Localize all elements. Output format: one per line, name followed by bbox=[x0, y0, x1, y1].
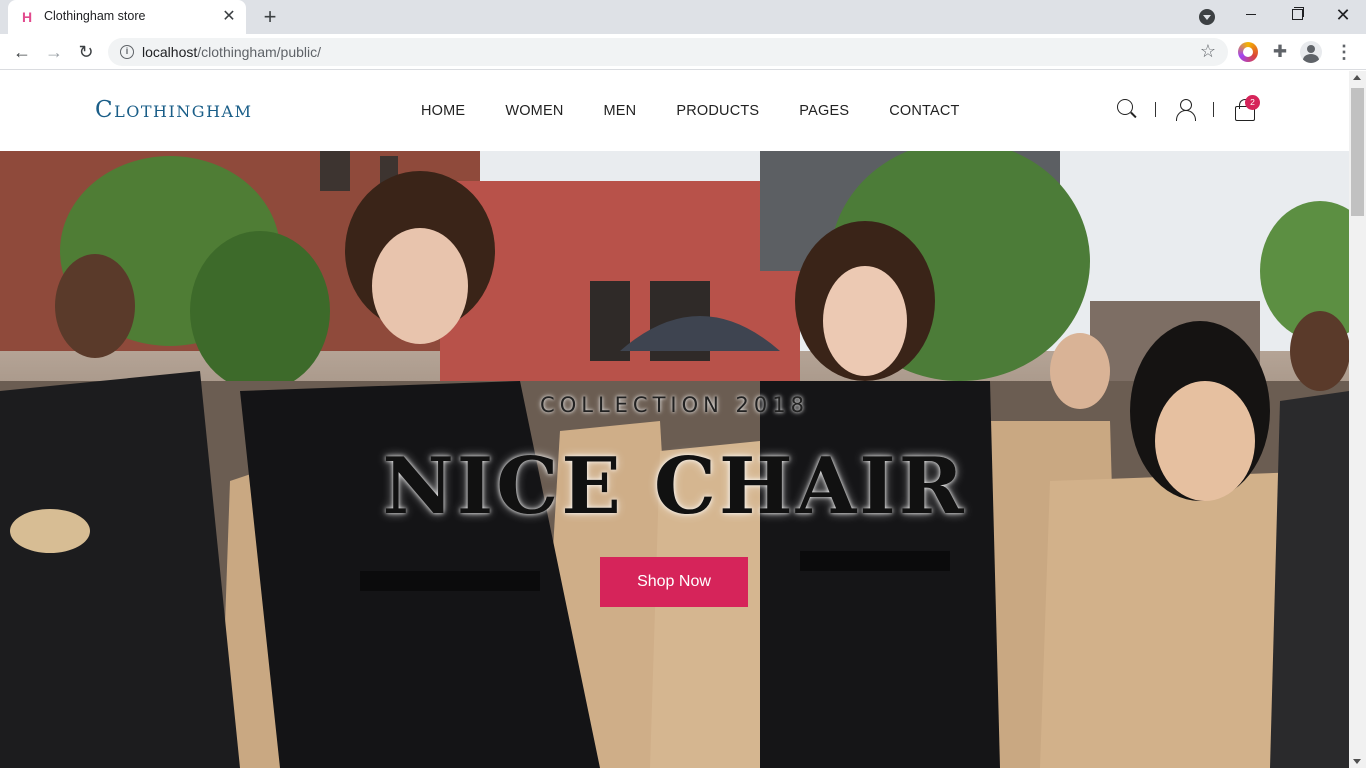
nav-men[interactable]: MEN bbox=[604, 103, 637, 119]
scroll-down-icon[interactable] bbox=[1353, 759, 1361, 764]
site-header: Clothingham HOME WOMEN MEN PRODUCTS PAGE… bbox=[0, 71, 1349, 151]
scroll-thumb[interactable] bbox=[1351, 88, 1364, 216]
profile-avatar-icon[interactable] bbox=[1300, 41, 1322, 63]
hero-title: NICE CHAIR bbox=[382, 441, 967, 532]
restore-window-button[interactable] bbox=[1274, 0, 1320, 30]
site-info-icon[interactable]: i bbox=[120, 45, 134, 59]
extensions-puzzle-icon[interactable]: ✚ bbox=[1270, 42, 1290, 62]
main-nav: HOME WOMEN MEN PRODUCTS PAGES CONTACT bbox=[421, 103, 1000, 119]
nav-women[interactable]: WOMEN bbox=[505, 103, 563, 119]
scroll-up-icon[interactable] bbox=[1353, 75, 1361, 80]
url-host: localhost bbox=[142, 44, 198, 60]
browser-tabstrip: H Clothingham store ✕ + ✕ bbox=[0, 0, 1366, 34]
cart-count-badge: 2 bbox=[1245, 95, 1260, 110]
hero-subtitle: COLLECTION 2018 bbox=[540, 393, 809, 417]
nav-pages[interactable]: PAGES bbox=[799, 103, 849, 119]
browser-toolbar: ← → ↻ i localhost/clothingham/public/ ☆ … bbox=[0, 34, 1366, 70]
nav-products[interactable]: PRODUCTS bbox=[676, 103, 759, 119]
extension-icon[interactable] bbox=[1238, 42, 1258, 62]
url-text: localhost/clothingham/public/ bbox=[142, 44, 321, 60]
divider bbox=[1213, 102, 1214, 117]
minimize-window-button[interactable] bbox=[1228, 0, 1274, 30]
divider bbox=[1155, 102, 1156, 117]
close-tab-icon[interactable]: ✕ bbox=[220, 8, 238, 26]
tab-search-icon[interactable] bbox=[1199, 9, 1215, 25]
address-bar[interactable]: i localhost/clothingham/public/ ☆ bbox=[108, 38, 1228, 66]
page-viewport: Clothingham HOME WOMEN MEN PRODUCTS PAGE… bbox=[0, 71, 1349, 768]
bookmark-star-icon[interactable]: ☆ bbox=[1200, 41, 1216, 62]
user-icon[interactable] bbox=[1175, 98, 1197, 121]
reload-button[interactable]: ↻ bbox=[72, 38, 100, 66]
tab-title: Clothingham store bbox=[44, 9, 146, 23]
nav-contact[interactable]: CONTACT bbox=[889, 103, 959, 119]
shop-now-button[interactable]: Shop Now bbox=[600, 557, 748, 607]
browser-tab[interactable]: H Clothingham store ✕ bbox=[8, 0, 246, 34]
close-window-button[interactable]: ✕ bbox=[1320, 0, 1366, 30]
browser-menu-icon[interactable]: ⋮ bbox=[1334, 41, 1354, 63]
back-button[interactable]: ← bbox=[8, 38, 36, 66]
forward-button[interactable]: → bbox=[40, 38, 68, 66]
site-logo[interactable]: Clothingham bbox=[95, 97, 252, 123]
search-icon[interactable] bbox=[1116, 98, 1138, 120]
site-favicon-icon: H bbox=[22, 9, 33, 25]
nav-home[interactable]: HOME bbox=[421, 103, 465, 119]
page-scrollbar[interactable] bbox=[1349, 71, 1366, 768]
hero-banner: COLLECTION 2018 NICE CHAIR Shop Now bbox=[0, 151, 1349, 768]
new-tab-button[interactable]: + bbox=[258, 6, 282, 30]
url-path: /clothingham/public/ bbox=[197, 44, 322, 60]
